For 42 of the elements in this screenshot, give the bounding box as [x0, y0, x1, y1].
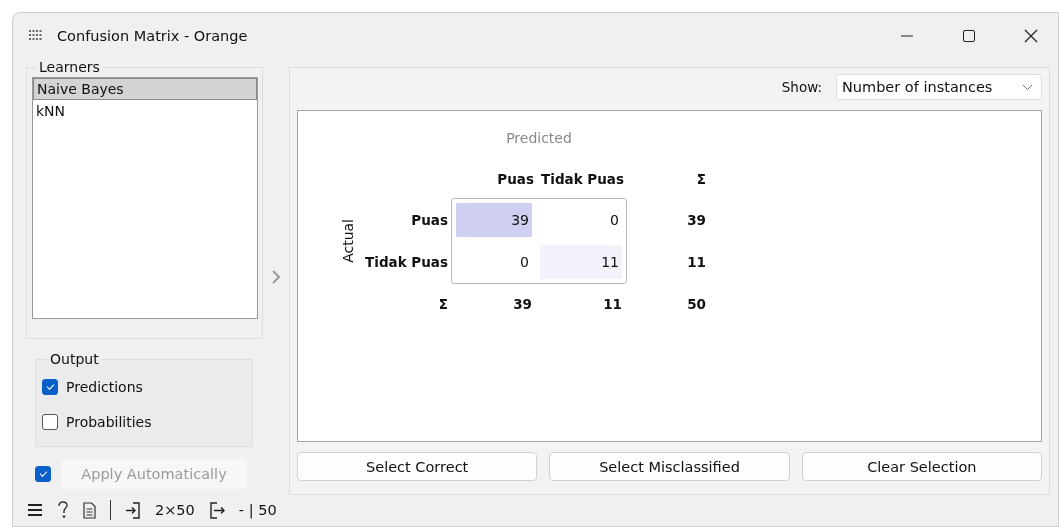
column-header: Puas — [497, 171, 535, 187]
row-total: 39 — [687, 212, 707, 228]
axis-label: Predicted — [506, 130, 572, 146]
matrix-cell[interactable]: 39 — [456, 203, 532, 237]
column-header: Tidak Puas — [541, 171, 625, 187]
close-icon[interactable] — [1024, 29, 1038, 43]
list-item[interactable]: kNN — [33, 100, 257, 122]
show-label: Show: — [781, 79, 822, 95]
chevron-down-icon — [1022, 83, 1033, 91]
row-header: Puas — [411, 212, 449, 228]
grand-total: 50 — [687, 296, 707, 312]
matrix-cell[interactable]: 0 — [456, 245, 532, 279]
menu-icon[interactable] — [27, 503, 43, 517]
maximize-icon[interactable] — [962, 29, 976, 43]
sum-header: Σ — [438, 296, 449, 312]
sum-header: Σ — [696, 171, 707, 187]
input-count: 2×50 — [155, 502, 195, 518]
checkbox[interactable] — [42, 413, 58, 430]
action-button[interactable]: Select Correct — [297, 452, 538, 481]
checkbox-label[interactable]: Predictions — [66, 378, 143, 395]
column-total: 39 — [513, 296, 533, 312]
output-icon — [208, 501, 225, 519]
action-button[interactable]: Clear Selection — [801, 452, 1042, 481]
axis-label: Actual — [340, 219, 356, 263]
column-total: 11 — [603, 296, 623, 312]
input-icon — [125, 501, 141, 519]
grid-icon — [29, 30, 43, 42]
group-title: Learners — [38, 59, 101, 75]
output-count: - | 50 — [238, 502, 277, 518]
checkbox[interactable] — [42, 378, 58, 395]
window-title: Confusion Matrix - Orange — [57, 28, 248, 44]
show-dropdown[interactable]: Number of instances — [836, 74, 1042, 100]
help-icon[interactable] — [57, 501, 69, 519]
document-icon[interactable] — [83, 501, 96, 519]
checkbox-label[interactable]: Probabilities — [66, 413, 152, 430]
matrix-cell[interactable]: 11 — [540, 245, 622, 279]
row-header: Tidak Puas — [365, 254, 449, 270]
matrix-cell[interactable]: 0 — [540, 203, 622, 237]
list-item[interactable]: Naive Bayes — [33, 78, 257, 100]
row-total: 11 — [687, 254, 707, 270]
group-title: Output — [49, 351, 100, 367]
action-button[interactable]: Select Misclassified — [549, 452, 790, 481]
